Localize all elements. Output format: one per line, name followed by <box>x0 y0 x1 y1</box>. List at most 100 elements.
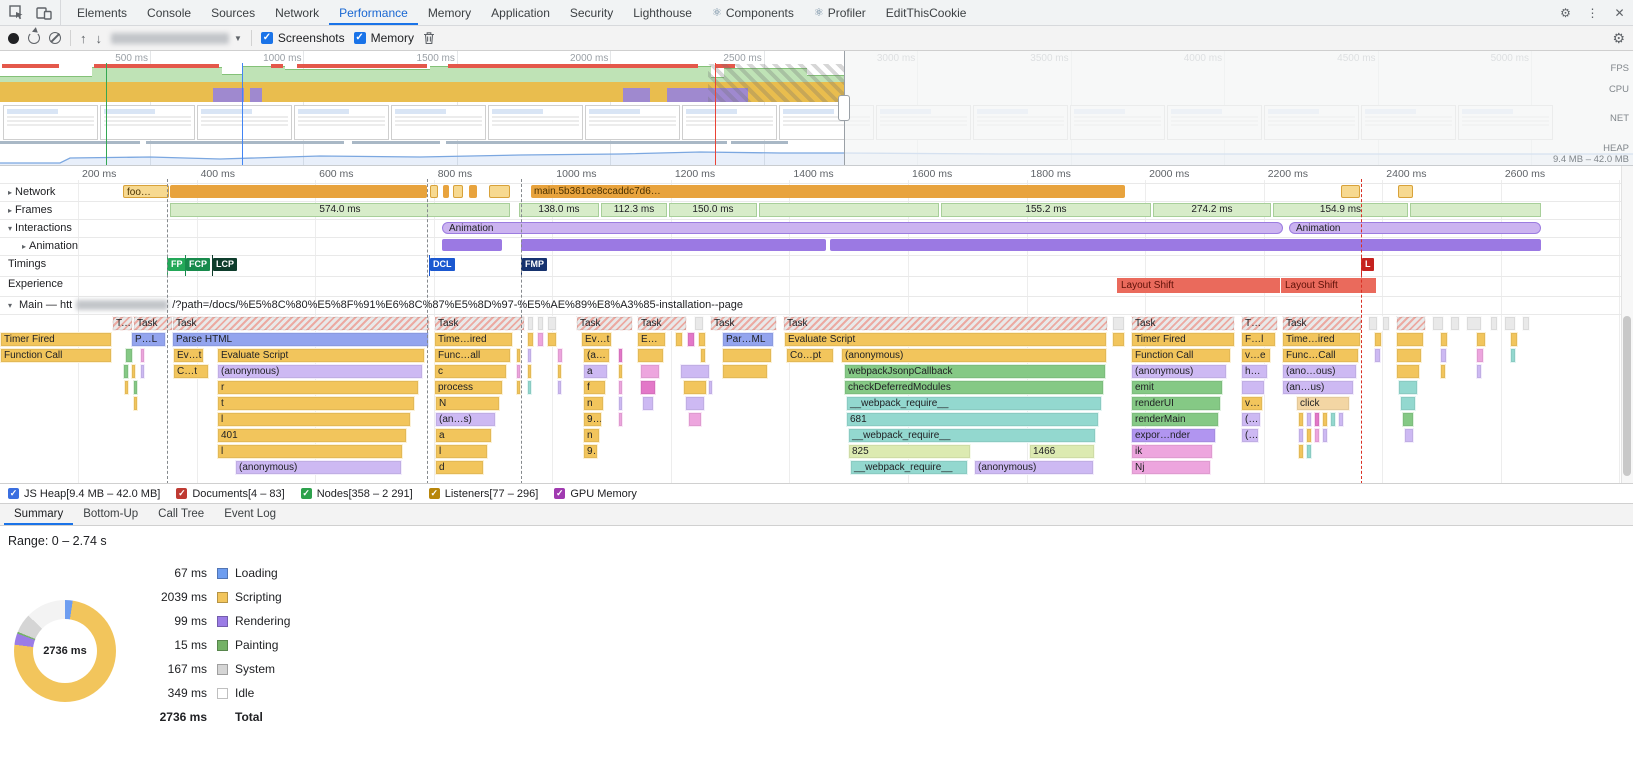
flame-bar[interactable]: __webpack_require__ <box>846 396 1102 411</box>
memory-checkbox[interactable]: ✓ Memory <box>353 31 414 45</box>
selection-right-handle[interactable] <box>838 95 850 121</box>
flame-bar[interactable] <box>1440 364 1446 379</box>
network-request-bar[interactable]: foo… <box>123 185 169 198</box>
flame-bar[interactable]: Timer Fired <box>0 332 112 347</box>
flame-bar[interactable]: F…l <box>1241 332 1276 347</box>
flame-bar[interactable]: T… <box>1241 316 1278 331</box>
flame-bar[interactable] <box>1241 380 1265 395</box>
tab-components[interactable]: ⚛ Components <box>702 0 804 25</box>
flame-bar[interactable] <box>527 364 532 379</box>
flame-bar[interactable] <box>1306 412 1312 427</box>
tab-editthiscookie[interactable]: EditThisCookie <box>876 0 977 25</box>
flame-bar[interactable]: Func…all <box>434 348 511 363</box>
flame-bar[interactable]: Evaluate Script <box>217 348 425 363</box>
lane-label-interactions[interactable]: ▾ Interactions <box>8 222 72 234</box>
flame-bar[interactable] <box>527 348 532 363</box>
flame-bar[interactable] <box>1504 316 1516 331</box>
frame-duration-segment[interactable]: 150.0 ms <box>669 203 757 217</box>
flame-bar[interactable] <box>133 380 138 395</box>
tab-security[interactable]: Security <box>560 0 623 25</box>
flame-bar[interactable] <box>694 316 704 331</box>
main-thread-header[interactable]: ▾ Main — htt /?path=/docs/%E5%8C%80%E5%8F%… <box>0 296 1633 314</box>
reload-and-record-icon[interactable] <box>28 32 40 44</box>
flame-bar[interactable] <box>642 396 654 411</box>
network-request-bar[interactable] <box>1341 185 1360 198</box>
flame-bar[interactable] <box>527 380 532 395</box>
flame-bar[interactable]: renderUI <box>1131 396 1221 411</box>
flame-bar[interactable] <box>1112 332 1125 347</box>
flame-bar[interactable] <box>618 364 623 379</box>
flame-bar[interactable]: 681 <box>846 412 1099 427</box>
flame-bar[interactable]: Nj <box>1131 460 1211 475</box>
flame-bar[interactable]: h… <box>1241 364 1268 379</box>
timing-badge-fmp[interactable]: FMP <box>522 258 547 271</box>
flame-bar[interactable] <box>683 380 707 395</box>
flame-bar[interactable]: Ev…t <box>173 348 204 363</box>
flame-bar[interactable]: Task <box>1282 316 1362 331</box>
details-tab-call-tree[interactable]: Call Tree <box>148 504 214 525</box>
timing-badge-l[interactable]: L <box>1362 258 1374 271</box>
flame-bar[interactable] <box>640 364 660 379</box>
flame-bar[interactable]: Task <box>1131 316 1235 331</box>
animation-track-bar[interactable] <box>521 239 826 251</box>
flame-bar[interactable] <box>1306 428 1312 443</box>
flame-bar[interactable] <box>557 364 562 379</box>
lane-label-animation[interactable]: ▸ Animation <box>22 240 78 252</box>
lane-label-timings[interactable]: Timings <box>8 258 46 270</box>
flame-bar[interactable]: P…L <box>131 332 166 347</box>
flame-bar[interactable] <box>1404 428 1414 443</box>
memory-counter-toggle[interactable]: ✓ JS Heap[9.4 MB – 42.0 MB] <box>8 488 160 500</box>
flame-bar[interactable]: 965 <box>583 412 602 427</box>
garbage-collect-icon[interactable] <box>423 31 435 45</box>
flame-bar[interactable] <box>698 332 706 347</box>
flame-bar[interactable] <box>708 380 713 395</box>
flame-bar[interactable] <box>618 412 623 427</box>
inspect-element-icon[interactable] <box>3 0 30 25</box>
flame-bar[interactable]: Task <box>112 316 133 331</box>
flame-bar[interactable] <box>527 332 534 347</box>
network-request-bar[interactable] <box>430 185 438 198</box>
flame-bar[interactable] <box>547 316 557 331</box>
memory-counter-toggle[interactable]: ✓ Documents[4 – 83] <box>176 488 285 500</box>
flame-bar[interactable]: (…) <box>1241 412 1261 427</box>
tab-sources[interactable]: Sources <box>201 0 265 25</box>
flame-bar[interactable] <box>1298 412 1304 427</box>
flame-bar[interactable]: (anonymous) <box>1131 364 1227 379</box>
details-tab-event-log[interactable]: Event Log <box>214 504 286 525</box>
flame-bar[interactable] <box>140 364 145 379</box>
timing-badge-fcp[interactable]: FCP <box>186 258 210 271</box>
flame-bar[interactable] <box>1322 412 1328 427</box>
flame-bar[interactable] <box>1490 316 1498 331</box>
flame-bar[interactable]: Timer Fired <box>1131 332 1235 347</box>
flame-bar[interactable] <box>1402 412 1414 427</box>
flame-bar[interactable] <box>1298 428 1304 443</box>
settings-icon[interactable]: ⚙ <box>1552 0 1579 25</box>
flame-bar[interactable]: 401 <box>217 428 407 443</box>
clear-recording-icon[interactable] <box>49 32 61 44</box>
flame-bar[interactable] <box>1374 348 1381 363</box>
flame-bar[interactable] <box>1466 316 1482 331</box>
flame-bar[interactable] <box>124 380 129 395</box>
device-toolbar-icon[interactable] <box>30 0 57 25</box>
flame-bar[interactable] <box>557 380 562 395</box>
flame-bar[interactable] <box>618 396 623 411</box>
flame-bar[interactable]: (a…) <box>583 348 610 363</box>
lane-label-experience[interactable]: Experience <box>8 278 63 290</box>
flame-bar[interactable]: t <box>217 396 415 411</box>
flame-bar[interactable]: webpackJsonpCallback <box>844 364 1106 379</box>
scrollbar-thumb[interactable] <box>1623 316 1631 476</box>
flame-bar[interactable] <box>722 348 772 363</box>
timing-badge-fp[interactable]: FP <box>168 258 186 271</box>
flame-bar[interactable] <box>675 332 683 347</box>
flame-bar[interactable]: Co…pt <box>786 348 834 363</box>
flame-bar[interactable]: 966 <box>583 444 598 459</box>
flame-bar[interactable] <box>680 364 710 379</box>
flame-bar[interactable] <box>537 332 544 347</box>
flame-bar[interactable]: a <box>435 428 492 443</box>
flame-bar[interactable]: (an…us) <box>1282 380 1354 395</box>
tab-profiler[interactable]: ⚛ Profiler <box>804 0 876 25</box>
flame-bar[interactable]: Task <box>710 316 777 331</box>
flame-bar[interactable] <box>1400 396 1416 411</box>
flame-bar[interactable]: Function Call <box>0 348 112 363</box>
flame-bar[interactable] <box>133 396 138 411</box>
